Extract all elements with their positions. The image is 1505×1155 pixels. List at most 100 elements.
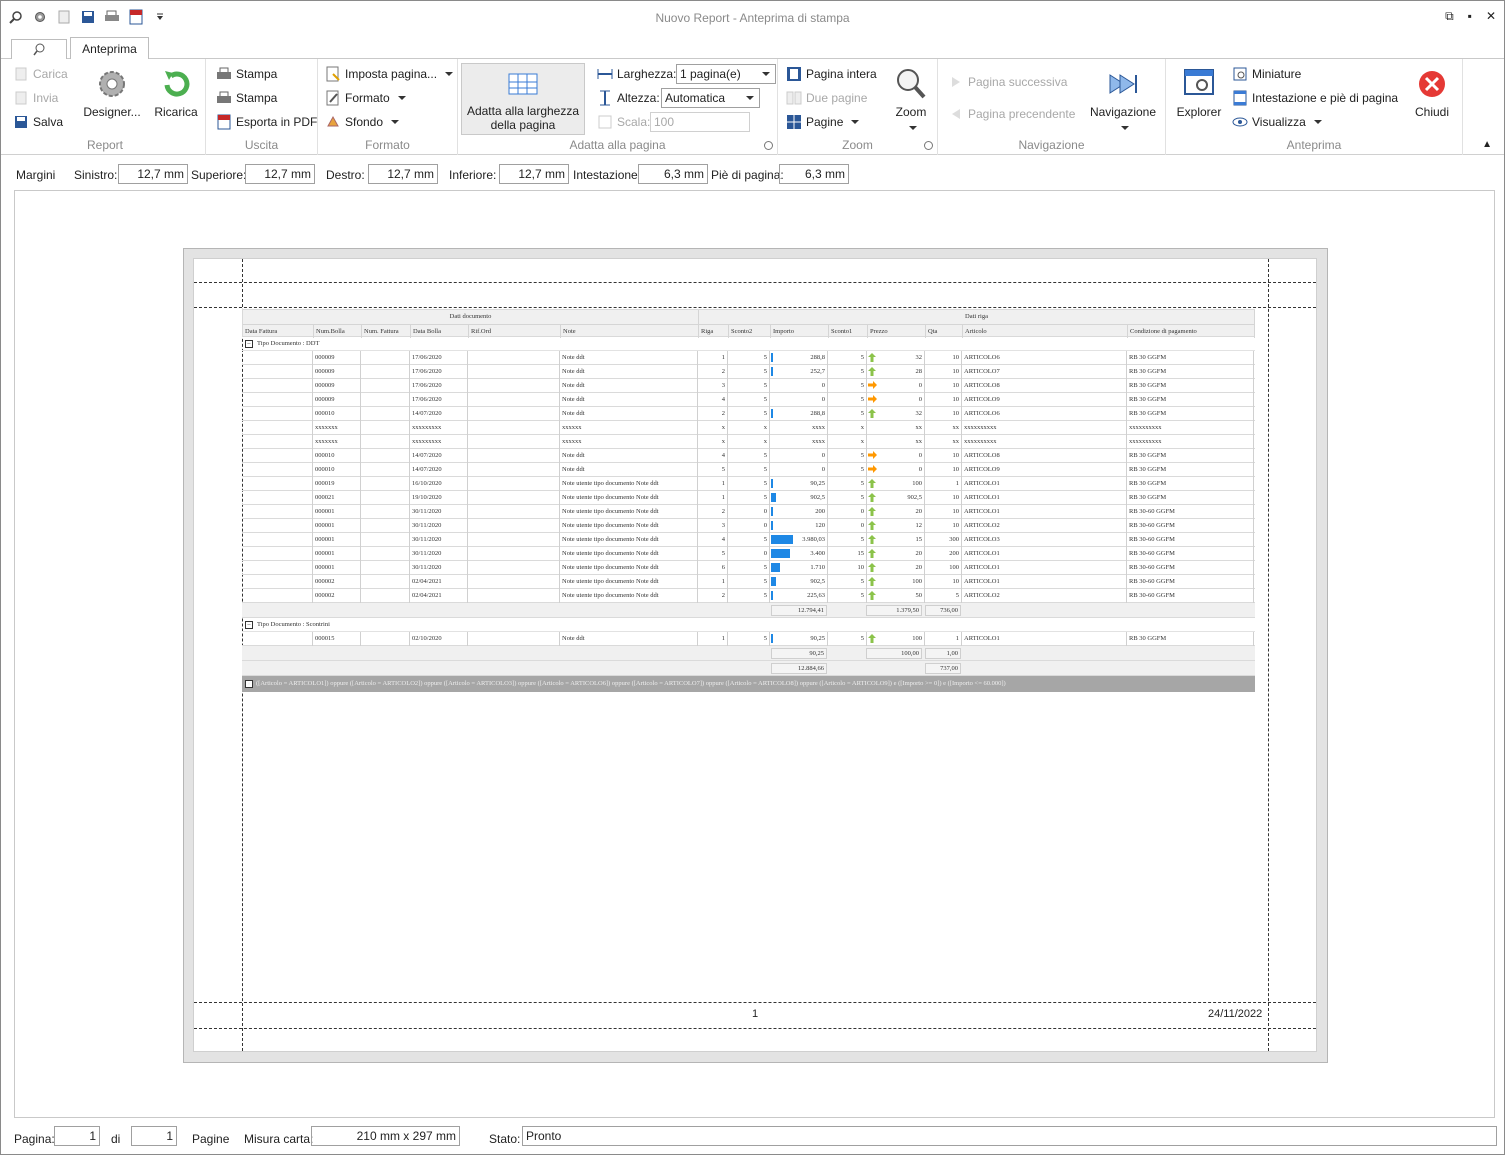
miniature-button[interactable]: Miniature [1232,64,1301,84]
table-row[interactable]: 000021 19/10/2020 Note utente tipo documen… [242,491,1255,505]
cell-text: Note utente tipo documento Note ddt [562,550,659,557]
table-row[interactable]: 000002 02/04/2021 Note utente tipo documen… [242,589,1255,603]
cell-text: 0 [763,550,767,557]
group-row[interactable]: − Tipo Documento : Scontrini [242,618,1255,632]
col-data-fattura[interactable]: Data Fattura [243,324,314,338]
designer-button[interactable]: Designer... [81,67,143,119]
header-margin-line [194,282,1316,283]
col-prezzo[interactable]: Prezzo [868,324,926,338]
cell-text: 90,25 [810,480,825,487]
table-row[interactable]: xxxxxxx xxxxxxxxx xxxxxx x x xxxx x xx xx xxxxxxx… [242,435,1255,449]
table-row[interactable]: 000001 30/11/2020 Note utente tipo documen… [242,547,1255,561]
cell-text: xxxxxxxxxx [964,438,997,445]
col-articolo[interactable]: Articolo [963,324,1128,338]
visualizza-button[interactable]: Visualizza [1232,112,1322,132]
cell-text: 5 [860,480,864,487]
cell-text: 6 [721,564,725,571]
pagina-intera-button[interactable]: Pagina intera [786,64,877,84]
scala-spinner[interactable]: 100 [650,112,750,132]
navigazione-button[interactable]: Navigazione [1084,67,1162,133]
larghezza-select[interactable]: 1 pagina(e) [676,64,776,84]
table-cell: 5 [728,491,770,505]
table-row[interactable]: 000002 02/04/2021 Note utente tipo documen… [242,575,1255,589]
table-cell: 3.980,03 [770,533,828,547]
table-row[interactable]: 000001 30/11/2020 Note utente tipo documen… [242,505,1255,519]
restore-icon[interactable]: ⧉ [1445,9,1454,24]
col-num-bolla[interactable]: Num.Bolla [314,324,362,338]
col-condizione[interactable]: Condizione di pagamento [1128,324,1255,338]
col-data-bolla[interactable]: Data Bolla [411,324,469,338]
intestazione-field[interactable]: 6,3 mm [638,164,708,184]
imposta-pagina-button[interactable]: Imposta pagina... [325,64,454,84]
explorer-button[interactable]: Explorer [1174,67,1224,119]
table-cell: 50 [867,589,925,603]
superiore-field[interactable]: 12,7 mm [245,164,315,184]
col-qta[interactable]: Qta [926,324,963,338]
fit-width-button[interactable]: Adatta alla larghezza della pagina [461,63,585,135]
tab-anteprima[interactable]: Anteprima [70,37,149,60]
col-sconto1[interactable]: Sconto1 [829,324,868,338]
filter-bar[interactable]: × ([Articolo = ARTICOLO1]) oppure ([Artic… [242,676,1255,692]
carica-button[interactable]: Carica [13,64,68,84]
stampa-button[interactable]: Stampa [216,64,277,84]
table-row[interactable]: 000009 17/06/2020 Note ddt 1 5 288,8 5 32 10 ARTI… [242,351,1255,365]
due-pagine-button[interactable]: Due pagine [786,88,867,108]
collapse-icon[interactable]: − [245,340,253,348]
invia-button[interactable]: Invia [13,88,58,108]
scale-icon [597,114,613,130]
table-cell: 10 [925,379,962,393]
preview-viewer[interactable]: Dati documento Dati riga Data Fattura Num… [14,190,1495,1118]
close-icon[interactable]: ✕ [1486,9,1496,24]
table-cell: 300 [925,533,962,547]
page-input[interactable]: 1 [54,1126,100,1146]
table-row[interactable]: 000001 30/11/2020 Note utente tipo documen… [242,561,1255,575]
table-cell: 10 [925,351,962,365]
chiudi-button[interactable]: Chiudi [1409,67,1455,119]
col-note[interactable]: Note [561,324,699,338]
prev-page-button[interactable]: Pagina precendente [948,104,1075,124]
table-row[interactable]: 000010 14/07/2020 Note ddt 4 5 0 5 0 10 ARTICOLO8… [242,449,1255,463]
table-row[interactable]: 000001 30/11/2020 Note utente tipo documen… [242,533,1255,547]
table-cell: RB 30 GGFM [1127,379,1254,393]
sfondo-button[interactable]: Sfondo [325,112,400,132]
pie-di-pagina-field[interactable]: 6,3 mm [779,164,849,184]
table-row[interactable]: 000009 17/06/2020 Note ddt 3 5 0 5 0 10 ARTICOLO8… [242,379,1255,393]
ricarica-button[interactable]: Ricarica [151,67,201,119]
stampa-quick-button[interactable]: Stampa [216,88,277,108]
table-row[interactable]: 000010 14/07/2020 Note ddt 5 5 0 5 0 10 ARTICOLO9… [242,463,1255,477]
collapse-icon[interactable]: − [245,621,253,629]
table-cell: Note utente tipo documento Note ddt [560,561,698,575]
altezza-select[interactable]: Automatica [661,88,760,108]
dialog-launcher-icon[interactable] [764,141,773,150]
pagine-button[interactable]: Pagine [786,112,860,132]
table-row[interactable]: 000019 16/10/2020 Note utente tipo documen… [242,477,1255,491]
header-footer-button[interactable]: Intestazione e piè di pagina [1232,88,1398,108]
table-row[interactable]: 000001 30/11/2020 Note utente tipo documen… [242,519,1255,533]
col-riga[interactable]: Riga [699,324,729,338]
next-page-button[interactable]: Pagina successiva [948,72,1067,92]
col-importo[interactable]: Importo [771,324,829,338]
col-sconto2[interactable]: Sconto2 [729,324,771,338]
table-row[interactable]: 000009 17/06/2020 Note ddt 4 5 0 5 0 10 ARTICOLO9… [242,393,1255,407]
filter-toggle-icon[interactable]: × [245,680,253,688]
table-cell: 10 [925,575,962,589]
table-row[interactable]: xxxxxxx xxxxxxxxx xxxxxx x x xxxx x xx xx xxxxxxx… [242,421,1255,435]
group-row[interactable]: − Tipo Documento : DDT [242,337,1255,351]
collapse-ribbon-icon[interactable]: ▲ [1482,139,1492,150]
table-cell [242,632,313,646]
export-pdf-button[interactable]: Esporta in PDF [216,112,317,132]
col-rif-ord[interactable]: Rif.Ord [469,324,561,338]
inferiore-field[interactable]: 12,7 mm [499,164,569,184]
sinistro-field[interactable]: 12,7 mm [118,164,188,184]
tab-app-menu[interactable] [11,39,67,59]
table-row[interactable]: 000015 02/10/2020 Note ddt 1 5 90,25 5 100 1 ARTI… [242,632,1255,646]
formato-button[interactable]: Formato [325,88,406,108]
salva-button[interactable]: Salva [13,112,63,132]
table-row[interactable]: 000009 17/06/2020 Note ddt 2 5 252,7 5 28 10 ARTI… [242,365,1255,379]
dialog-launcher-icon[interactable] [924,141,933,150]
destro-field[interactable]: 12,7 mm [368,164,438,184]
zoom-button[interactable]: Zoom [888,67,934,133]
col-num-fattura[interactable]: Num. Fattura [362,324,411,338]
table-row[interactable]: 000010 14/07/2020 Note ddt 2 5 288,8 5 32 10 ARTI… [242,407,1255,421]
maximize-icon[interactable]: ▪ [1468,9,1472,24]
